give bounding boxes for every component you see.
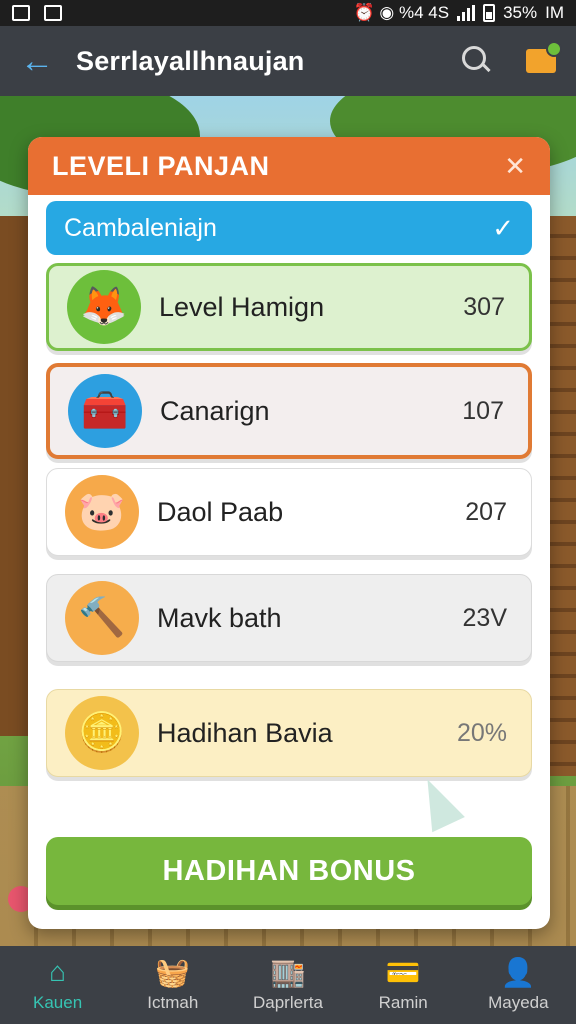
dialog-header: LEVELI PANJAN ✕ — [28, 137, 550, 195]
app-bar: ← Serrlayallhnaujan — [0, 26, 576, 96]
level-dialog: LEVELI PANJAN ✕ Cambaleniajn ✓ 🦊 Level H… — [28, 137, 550, 929]
item-label: Daol Paab — [157, 496, 284, 527]
nav-item-ramin[interactable]: 💳 Ramin — [346, 957, 461, 1013]
home-icon: ⌂ — [49, 956, 67, 987]
list-item-canarign[interactable]: 🧰 Canarign 107 — [46, 363, 532, 459]
page-title: Serrlayallhnaujan — [76, 45, 305, 76]
item-label: Level Hamign — [159, 291, 325, 322]
selected-option-bar[interactable]: Cambaleniajn ✓ — [46, 201, 532, 255]
nav-item-daprlerta[interactable]: 🏬 Daprlerta — [230, 957, 345, 1013]
item-value: 20% — [456, 718, 507, 747]
item-label: Canarign — [160, 395, 270, 426]
list-item-hadihan-bavia[interactable]: 🪙 Hadihan Bavia 20% — [46, 689, 532, 777]
close-icon[interactable]: ✕ — [504, 151, 526, 182]
fox-icon: 🦊 — [67, 270, 141, 344]
status-bar: ⏰ ◉ %4 4S 35% IM — [0, 0, 576, 26]
basket-icon: 🧺 — [155, 956, 191, 988]
image-icon — [44, 5, 62, 21]
nav-label: Ictmah — [147, 993, 199, 1012]
status-time: IM — [545, 3, 564, 22]
battery-percent: 35% — [503, 3, 538, 22]
list-item-daol-paab[interactable]: 🐷 Daol Paab 207 — [46, 468, 532, 556]
profile-icon: 👤 — [500, 956, 536, 988]
search-icon[interactable] — [462, 46, 492, 76]
back-arrow-icon[interactable]: ← — [20, 44, 76, 78]
nav-item-mayeda[interactable]: 👤 Mayeda — [461, 957, 576, 1013]
coins-icon: 🪙 — [65, 696, 139, 770]
item-value: 307 — [463, 292, 505, 321]
nav-item-ictmah[interactable]: 🧺 Ictmah — [115, 957, 230, 1013]
dialog-title: LEVELI PANJAN — [52, 150, 270, 181]
gallery-icon — [12, 5, 30, 21]
bottom-navigation: ⌂ Kauen 🧺 Ictmah 🏬 Daprlerta 💳 Ramin 👤 M… — [0, 946, 576, 1024]
shop-icon: 🏬 — [270, 956, 306, 988]
folder-icon[interactable] — [526, 41, 562, 73]
battery-icon — [483, 4, 496, 22]
nav-label: Mayeda — [488, 993, 549, 1012]
selected-option-label: Cambaleniajn — [64, 213, 217, 242]
list-item-level-hamign[interactable]: 🦊 Level Hamign 307 — [46, 263, 532, 351]
check-icon: ✓ — [492, 212, 514, 243]
nav-item-kauen[interactable]: ⌂ Kauen — [0, 956, 115, 1013]
item-label: Mavk bath — [157, 602, 282, 633]
item-value: 23V — [462, 603, 507, 632]
treasure-chest-icon: 🧰 — [68, 374, 142, 448]
pointer-cursor-icon — [411, 771, 465, 833]
nav-label: Daprlerta — [253, 993, 323, 1012]
status-indicators: ⏰ ◉ %4 4S — [353, 3, 450, 22]
signal-icon — [457, 5, 476, 21]
list-item-mavk-bath[interactable]: 🔨 Mavk bath 23V — [46, 574, 532, 662]
item-label: Hadihan Bavia — [157, 717, 333, 748]
item-value: 107 — [462, 396, 504, 425]
nav-label: Ramin — [378, 993, 428, 1012]
hammer-icon: 🔨 — [65, 581, 139, 655]
card-icon: 💳 — [385, 956, 421, 988]
nav-label: Kauen — [33, 993, 83, 1012]
piggy-bank-icon: 🐷 — [65, 475, 139, 549]
item-value: 207 — [465, 497, 507, 526]
bonus-button[interactable]: HADIHAN BONUS — [46, 837, 532, 905]
